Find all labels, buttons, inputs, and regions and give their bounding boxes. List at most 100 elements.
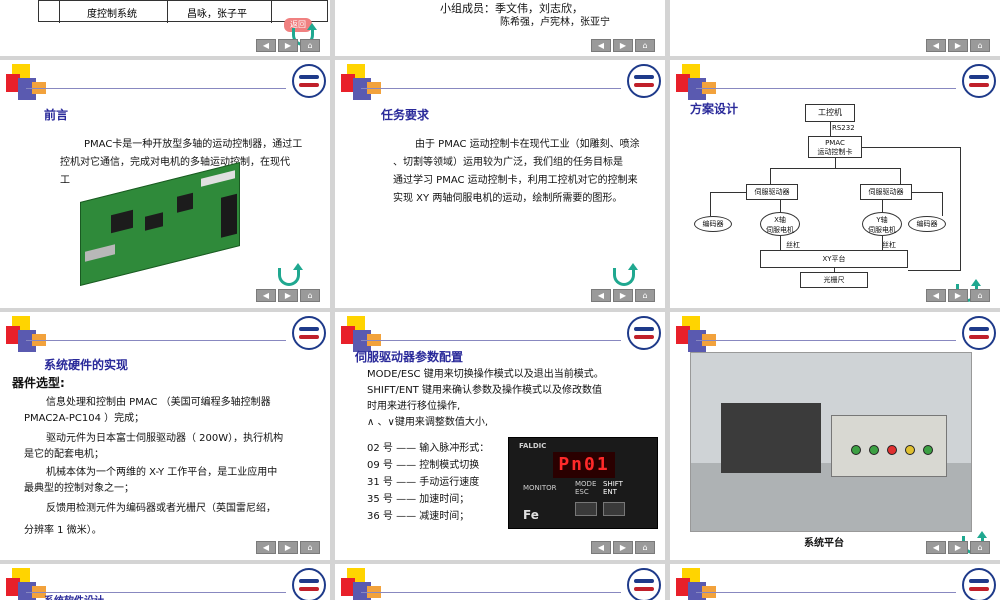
prev-icon[interactable]: ◀	[256, 289, 276, 302]
task-line-4: 实现 XY 两轴伺服电机的运动，绘制所需要的图形。	[393, 193, 623, 204]
home-icon[interactable]: ⌂	[970, 39, 990, 52]
hardware-p2-line2: 是它的配套电机；	[24, 449, 104, 460]
next-icon[interactable]: ▶	[948, 289, 968, 302]
next-icon[interactable]: ▶	[948, 39, 968, 52]
home-icon[interactable]: ⌂	[635, 39, 655, 52]
corner-decoration	[339, 568, 381, 600]
ipc-box: 工控机	[805, 104, 855, 122]
prev-icon[interactable]: ◀	[256, 541, 276, 554]
param-item: 09 号 —— 控制模式切换	[367, 460, 480, 471]
university-logo	[627, 316, 661, 350]
task-line-1: 由于 PMAC 运动控制卡在现代工业（如雕刻、喷涂	[415, 139, 640, 150]
down-key-icon	[575, 502, 597, 516]
task-line-3: 通过学习 PMAC 运动控制卡，利用工控机对它的控制来	[393, 175, 638, 186]
servo-driver-right: 伺服驱动器	[860, 184, 912, 200]
up-key-icon	[603, 502, 625, 516]
corner-decoration	[674, 316, 716, 356]
university-logo	[627, 64, 661, 98]
next-icon[interactable]: ▶	[613, 541, 633, 554]
grating-box: 光栅尺	[800, 272, 868, 288]
pmac-box: PMAC 运动控制卡	[808, 136, 862, 158]
preface-line-1: PMAC卡是一种开放型多轴的运动控制器，通过工	[84, 139, 303, 150]
param-item: 02 号 —— 输入脉冲形式：	[367, 443, 490, 454]
prev-icon[interactable]: ◀	[926, 39, 946, 52]
platform-caption: 系统平台	[804, 538, 844, 549]
servo-line-4: ∧ 、∨键用来调整数值大小,	[367, 417, 488, 428]
home-icon[interactable]: ⌂	[970, 289, 990, 302]
slide-next-3[interactable]	[670, 564, 1000, 600]
panel-logo: Fe	[523, 508, 539, 522]
next-icon[interactable]: ▶	[278, 39, 298, 52]
home-icon[interactable]: ⌂	[300, 289, 320, 302]
next-icon[interactable]: ▶	[948, 541, 968, 554]
preface-line-2: 控机对它通信，完成对电机的多轴运动控制，在现代	[60, 157, 290, 168]
cycle-icon[interactable]	[613, 263, 638, 286]
screw-right-label: 丝杠	[882, 241, 896, 249]
home-icon[interactable]: ⌂	[970, 541, 990, 554]
servo-driver-left: 伺服驱动器	[746, 184, 798, 200]
university-logo	[962, 64, 996, 98]
panel-mode-label: MODE ESC	[575, 480, 597, 496]
panel-shift-label: SHIFT ENT	[603, 480, 623, 496]
corner-decoration	[674, 568, 716, 600]
prev-icon[interactable]: ◀	[591, 39, 611, 52]
slide-title: 前言	[44, 108, 69, 122]
slide-hardware[interactable]: 系统硬件的实现 器件选型: 信息处理和控制由 PMAC （美国可编程多轴控制器 …	[0, 312, 330, 560]
corner-decoration	[4, 568, 46, 600]
prev-icon[interactable]: ◀	[926, 541, 946, 554]
hardware-p3-line2: 最典型的控制对象之一；	[24, 483, 134, 494]
slide-members: 小组成员：季文伟，刘志欣， 陈希强，卢宪林，张亚宁 ◀ ▶ ⌂	[335, 0, 665, 56]
xy-platform-box: XY平台	[760, 250, 908, 268]
rs232-label: RS232	[832, 124, 855, 132]
next-icon[interactable]: ▶	[613, 39, 633, 52]
slide-title: 方案设计	[690, 102, 739, 116]
motor-y: Y轴 伺服电机	[862, 212, 902, 236]
hardware-p1-line2: PMAC2A-PC104 ）完成；	[24, 413, 145, 424]
param-item: 35 号 —— 加速时间；	[367, 494, 470, 505]
nav-bar: ◀ ▶ ⌂	[256, 39, 320, 52]
slide-design[interactable]: 方案设计 工控机 RS232 PMAC 运动控制卡 伺服驱动器 伺服驱动器 编码…	[670, 60, 1000, 308]
slide-next-2[interactable]	[335, 564, 665, 600]
team-table-row: 度控制系统 昌咏，张子平	[38, 0, 328, 23]
corner-decoration	[4, 64, 46, 104]
nav-bar: ◀ ▶ ⌂	[591, 39, 655, 52]
panel-monitor-label: MONITOR	[523, 484, 557, 492]
corner-decoration	[4, 316, 46, 356]
task-line-2: 、切割等领域）运用较为广泛，我们组的任务目标是	[393, 157, 623, 168]
prev-icon[interactable]: ◀	[591, 289, 611, 302]
home-icon[interactable]: ⌂	[300, 39, 320, 52]
university-logo	[627, 568, 661, 600]
home-icon[interactable]: ⌂	[635, 289, 655, 302]
nav-bar: ◀ ▶ ⌂	[256, 541, 320, 554]
prev-icon[interactable]: ◀	[591, 541, 611, 554]
table-cell-topic: 度控制系统	[87, 9, 137, 20]
hardware-p4-line1: 反馈用检测元件为编码器或者光栅尺（英国雷尼绍，	[46, 503, 276, 514]
prev-icon[interactable]: ◀	[256, 39, 276, 52]
encoder-right: 编码器	[908, 216, 946, 232]
nav-bar: ◀ ▶ ⌂	[926, 541, 990, 554]
screw-left-label: 丝杠	[786, 241, 800, 249]
param-item: 36 号 —— 减速时间；	[367, 511, 470, 522]
table-cell-members: 昌咏，张子平	[187, 9, 247, 20]
slide-subtitle: 器件选型:	[12, 376, 65, 390]
panel-brand: FALDIC	[519, 442, 547, 450]
university-logo	[292, 64, 326, 98]
slide-software[interactable]: 系统软件设计	[0, 564, 330, 600]
next-icon[interactable]: ▶	[278, 541, 298, 554]
nav-bar: ◀ ▶ ⌂	[591, 289, 655, 302]
corner-decoration	[674, 64, 716, 104]
nav-bar: ◀ ▶ ⌂	[926, 39, 990, 52]
university-logo	[292, 316, 326, 350]
next-icon[interactable]: ▶	[613, 289, 633, 302]
home-icon[interactable]: ⌂	[635, 541, 655, 554]
prev-icon[interactable]: ◀	[926, 289, 946, 302]
slide-title: 任务要求	[381, 108, 430, 122]
slide-task[interactable]: 任务要求 由于 PMAC 运动控制卡在现代工业（如雕刻、喷涂 、切割等领域）运用…	[335, 60, 665, 308]
next-icon[interactable]: ▶	[278, 289, 298, 302]
slide-title: 系统软件设计	[44, 592, 104, 600]
panel-display: Pn01	[553, 452, 615, 478]
home-icon[interactable]: ⌂	[300, 541, 320, 554]
members-line-2: 陈希强，卢宪林，张亚宁	[500, 17, 610, 28]
cycle-icon[interactable]	[278, 263, 303, 286]
slide-blank-top: ◀ ▶ ⌂	[670, 0, 1000, 56]
